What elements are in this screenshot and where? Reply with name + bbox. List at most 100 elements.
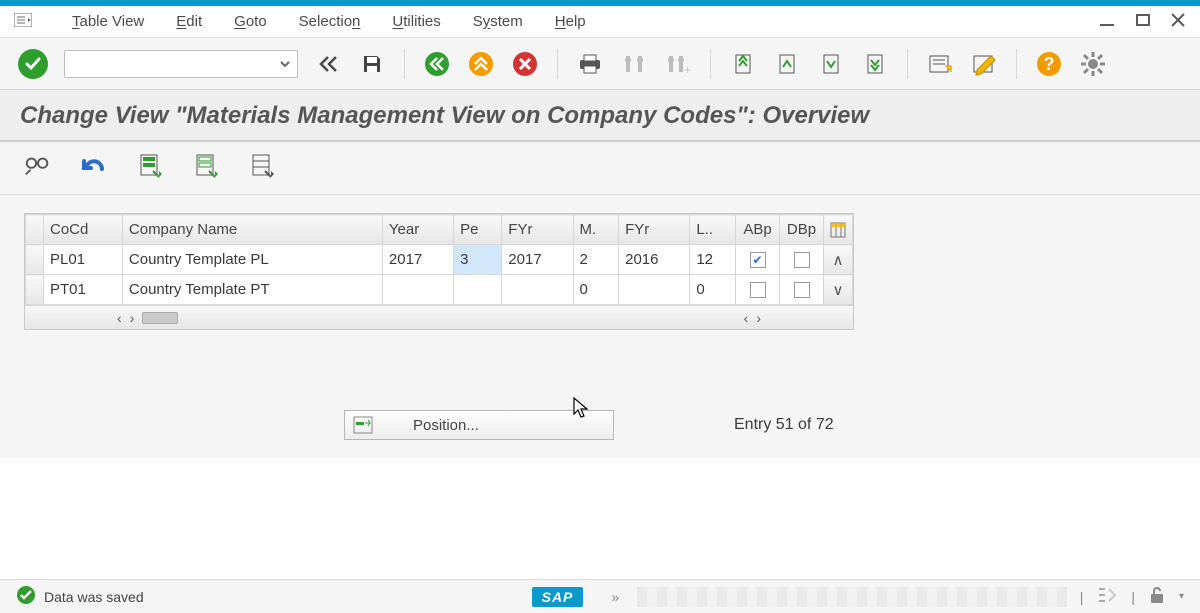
table-config-icon[interactable] xyxy=(824,215,853,245)
col-year[interactable]: Year xyxy=(382,215,453,245)
new-session-icon[interactable] xyxy=(926,50,954,78)
cell-m[interactable]: 2 xyxy=(573,245,619,275)
status-bar: Data was saved SAP » | | ▾ xyxy=(0,579,1200,613)
scroll-left-icon[interactable]: ‹ xyxy=(117,310,122,326)
cell-abp[interactable]: ✔ xyxy=(736,245,780,275)
undo-icon[interactable] xyxy=(80,152,108,180)
help-icon[interactable]: ? xyxy=(1035,50,1063,78)
status-chevrons[interactable]: » xyxy=(611,589,619,605)
col-l[interactable]: L.. xyxy=(690,215,736,245)
entry-counter: Entry 51 of 72 xyxy=(734,416,834,434)
cell-name[interactable]: Country Template PL xyxy=(122,245,382,275)
network-icon[interactable] xyxy=(1097,587,1117,606)
cancel-icon[interactable] xyxy=(511,50,539,78)
col-fyr2[interactable]: FYr xyxy=(619,215,690,245)
app-menu-icon[interactable] xyxy=(14,13,32,31)
row-selector[interactable] xyxy=(26,245,44,275)
select-all-icon[interactable] xyxy=(136,152,164,180)
status-ok-icon xyxy=(16,585,36,608)
next-page-icon[interactable] xyxy=(817,50,845,78)
row-selector[interactable] xyxy=(26,275,44,305)
scroll-right2-icon[interactable]: › xyxy=(756,310,761,326)
cell-l[interactable]: 0 xyxy=(690,275,736,305)
row-selector-header[interactable] xyxy=(26,215,44,245)
cell-year[interactable]: 2017 xyxy=(382,245,453,275)
scroll-down-icon[interactable]: ∨ xyxy=(824,275,853,305)
table-row[interactable]: PL01 Country Template PL 2017 3 2017 2 2… xyxy=(26,245,853,275)
position-label: Position... xyxy=(413,417,479,434)
app-toolbar: dropdown + ? xyxy=(0,38,1200,90)
cell-cocd[interactable]: PL01 xyxy=(44,245,123,275)
save-icon[interactable] xyxy=(358,50,386,78)
cell-abp[interactable] xyxy=(736,275,780,305)
close-button[interactable] xyxy=(1170,12,1186,32)
cell-m[interactable]: 0 xyxy=(573,275,619,305)
status-message: Data was saved xyxy=(44,589,144,605)
menu-system[interactable]: System xyxy=(473,13,523,30)
config-column-icon[interactable] xyxy=(248,152,276,180)
menu-goto[interactable]: Goto xyxy=(234,13,267,30)
prev-page-icon[interactable] xyxy=(773,50,801,78)
status-progress xyxy=(637,587,1067,607)
svg-text:+: + xyxy=(684,63,691,76)
scroll-thumb[interactable] xyxy=(142,312,178,324)
menu-help[interactable]: Help xyxy=(555,13,586,30)
cell-fyr1[interactable] xyxy=(502,275,573,305)
first-page-icon[interactable] xyxy=(729,50,757,78)
cell-year[interactable] xyxy=(382,275,453,305)
col-dbp[interactable]: DBp xyxy=(780,215,824,245)
find-icon[interactable] xyxy=(620,50,648,78)
data-grid[interactable]: CoCd Company Name Year Pe FYr M. FYr L..… xyxy=(24,213,854,330)
cell-l[interactable]: 12 xyxy=(690,245,736,275)
enter-button[interactable] xyxy=(18,49,48,79)
find-next-icon[interactable]: + xyxy=(664,50,692,78)
cell-fyr1[interactable]: 2017 xyxy=(502,245,573,275)
back-icon[interactable] xyxy=(423,50,451,78)
display-toggle-icon[interactable] xyxy=(24,152,52,180)
command-field[interactable]: dropdown xyxy=(64,50,298,78)
table-row[interactable]: PT01 Country Template PT 0 0 ∨ xyxy=(26,275,853,305)
cell-fyr2[interactable]: 2016 xyxy=(619,245,690,275)
col-fyr1[interactable]: FYr xyxy=(502,215,573,245)
menu-selection[interactable]: Selection xyxy=(299,13,361,30)
title-bar: Change View "Materials Management View o… xyxy=(0,90,1200,142)
sap-logo: SAP xyxy=(532,587,584,607)
page-title: Change View "Materials Management View o… xyxy=(20,102,1180,130)
exit-icon[interactable] xyxy=(467,50,495,78)
scroll-up-icon[interactable]: ∧ xyxy=(824,245,853,275)
cell-cocd[interactable]: PT01 xyxy=(44,275,123,305)
dropdown-icon[interactable]: ▾ xyxy=(1179,591,1184,602)
menu-bar: Table View Edit Goto Selection Utilities… xyxy=(0,6,1200,38)
shortcut-icon[interactable] xyxy=(970,50,998,78)
cell-dbp[interactable] xyxy=(780,245,824,275)
back-double-icon[interactable] xyxy=(314,50,342,78)
status-sep: | xyxy=(1080,589,1084,605)
scroll-left2-icon[interactable]: ‹ xyxy=(744,310,749,326)
view-toolbar xyxy=(0,142,1200,195)
restore-button[interactable] xyxy=(1134,13,1152,31)
menu-utilities[interactable]: Utilities xyxy=(392,13,440,30)
cell-pe[interactable] xyxy=(454,275,502,305)
col-name[interactable]: Company Name xyxy=(122,215,382,245)
col-cocd[interactable]: CoCd xyxy=(44,215,123,245)
scroll-right-icon[interactable]: › xyxy=(130,310,135,326)
menu-edit[interactable]: Edit xyxy=(176,13,202,30)
menu-table-view[interactable]: Table View xyxy=(72,13,144,30)
cell-dbp[interactable] xyxy=(780,275,824,305)
cell-fyr2[interactable] xyxy=(619,275,690,305)
last-page-icon[interactable] xyxy=(861,50,889,78)
cell-name[interactable]: Country Template PT xyxy=(122,275,382,305)
col-m[interactable]: M. xyxy=(573,215,619,245)
minimize-button[interactable] xyxy=(1098,13,1116,31)
print-icon[interactable] xyxy=(576,50,604,78)
col-pe[interactable]: Pe xyxy=(454,215,502,245)
status-sep: | xyxy=(1131,589,1135,605)
lock-icon[interactable] xyxy=(1149,586,1165,607)
cell-pe[interactable]: 3 xyxy=(454,245,502,275)
deselect-all-icon[interactable] xyxy=(192,152,220,180)
position-button[interactable]: Position... xyxy=(344,410,614,440)
svg-text:?: ? xyxy=(1044,54,1055,74)
hscrollbar[interactable]: ‹ › ‹ › xyxy=(25,305,853,329)
customize-icon[interactable] xyxy=(1079,50,1107,78)
col-abp[interactable]: ABp xyxy=(736,215,780,245)
